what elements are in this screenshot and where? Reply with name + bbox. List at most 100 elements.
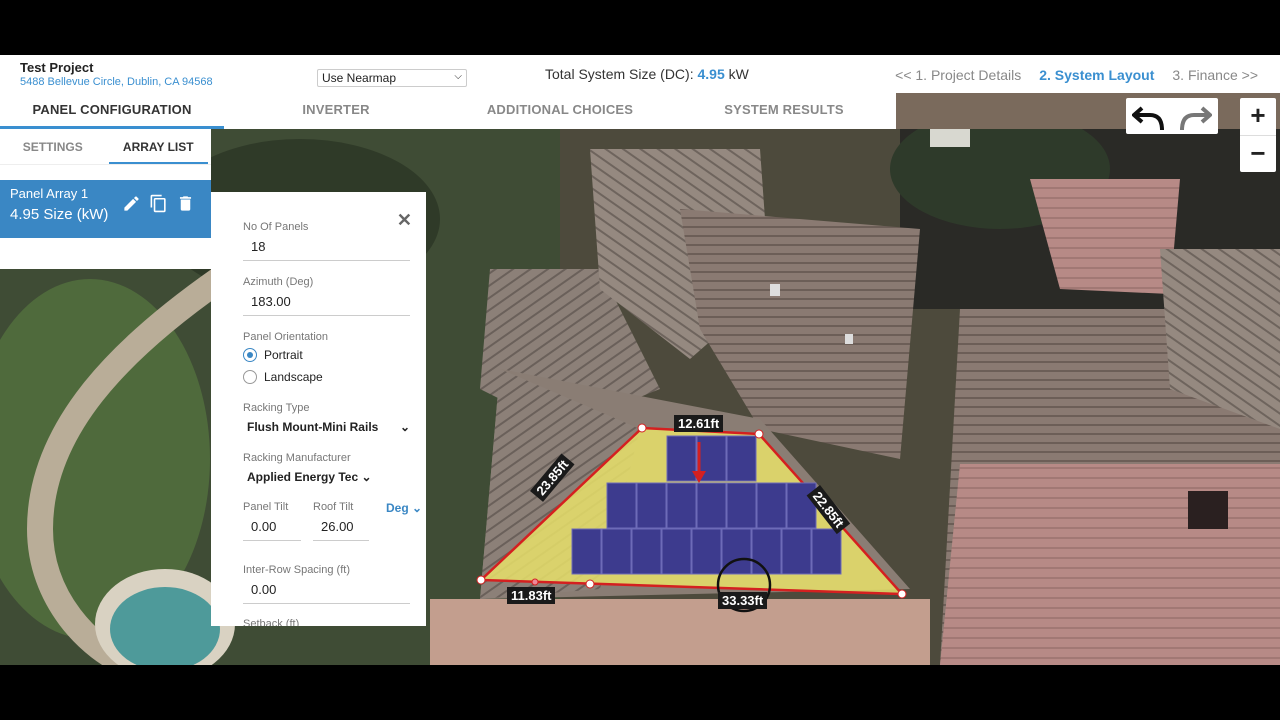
- chevron-down-icon: ⌄: [358, 470, 372, 484]
- array-actions: [122, 194, 195, 213]
- radio-unselected-icon: [243, 370, 257, 384]
- units-value: Deg: [386, 501, 409, 515]
- solar-panel: [606, 482, 637, 529]
- history-toolbar: [1126, 98, 1218, 134]
- racking-type-value: Flush Mount-Mini Rails: [247, 420, 379, 434]
- panel-tilt-field: Panel Tilt 0.00: [243, 501, 301, 541]
- solar-panel: [636, 482, 667, 529]
- zoom-in-button[interactable]: +: [1240, 98, 1276, 135]
- vertex-handle[interactable]: [476, 575, 486, 585]
- solar-panel: [811, 528, 842, 575]
- racking-type-select[interactable]: Flush Mount-Mini Rails ⌄: [243, 420, 410, 434]
- config-tabs: PANEL CONFIGURATION INVERTER ADDITIONAL …: [0, 93, 896, 129]
- zoom-out-button[interactable]: −: [1240, 135, 1276, 172]
- vertex-handle[interactable]: [637, 423, 647, 433]
- app-header: Test Project 5488 Bellevue Circle, Dubli…: [0, 55, 1280, 93]
- system-size-unit: kW: [728, 66, 749, 82]
- tab-array-list-label: ARRAY LIST: [108, 140, 208, 164]
- orientation-portrait-label: Portrait: [264, 348, 303, 362]
- solar-panel: [601, 528, 632, 575]
- imagery-source-select[interactable]: Use Nearmap ⌵: [317, 69, 467, 87]
- num-panels-label: No Of Panels: [243, 221, 309, 233]
- redo-icon: [1180, 106, 1212, 131]
- copy-icon[interactable]: [149, 194, 168, 213]
- num-panels-field: No Of Panels 18: [243, 221, 410, 261]
- racking-type-field: Racking Type Flush Mount-Mini Rails ⌄: [243, 402, 410, 434]
- step-system-layout[interactable]: 2. System Layout: [1039, 67, 1154, 83]
- system-size: Total System Size (DC): 4.95 kW: [545, 66, 749, 82]
- orientation-landscape-label: Landscape: [264, 370, 323, 384]
- orientation-landscape-radio[interactable]: Landscape: [243, 370, 410, 384]
- roof-tilt-label: Roof Tilt: [313, 501, 354, 513]
- undo-button[interactable]: [1126, 98, 1172, 134]
- solar-panel: [571, 528, 602, 575]
- array-config-panel: ✕ No Of Panels 18 Azimuth (Deg) 183.00 P…: [211, 192, 426, 626]
- tab-panel-configuration[interactable]: PANEL CONFIGURATION: [0, 93, 224, 129]
- solar-panel: [666, 435, 697, 482]
- array-card[interactable]: Panel Array 1 4.95 Size (kW): [0, 180, 211, 238]
- imagery-source-value: Use Nearmap: [322, 71, 397, 85]
- system-size-value: 4.95: [697, 66, 725, 82]
- tab-array-list[interactable]: ARRAY LIST: [106, 129, 212, 164]
- azimuth-field: Azimuth (Deg) 183.00: [243, 276, 410, 316]
- inter-row-label: Inter-Row Spacing (ft): [243, 564, 350, 576]
- tab-inverter[interactable]: INVERTER: [224, 93, 448, 129]
- app-frame: 12.61ft 23.85ft 22.85ft 11.83ft 33.33ft …: [0, 55, 1280, 665]
- panel-tilt-label: Panel Tilt: [243, 501, 289, 513]
- roof-tilt-field: Roof Tilt 26.00: [313, 501, 369, 541]
- dim-top: 12.61ft: [674, 415, 724, 432]
- solar-panel: [726, 435, 757, 482]
- array-sidebar: SETTINGS ARRAY LIST Panel Array 1 4.95 S…: [0, 129, 211, 269]
- solar-panel: [666, 482, 697, 529]
- roof-tilt-input[interactable]: 26.00: [313, 519, 369, 541]
- num-panels-input[interactable]: 18: [243, 239, 410, 261]
- azimuth-input[interactable]: 183.00: [243, 294, 410, 316]
- project-address[interactable]: 5488 Bellevue Circle, Dublin, CA 94568: [20, 76, 213, 88]
- orientation-label: Panel Orientation: [243, 331, 328, 343]
- tab-settings[interactable]: SETTINGS: [0, 129, 106, 164]
- solar-panel: [756, 482, 787, 529]
- zoom-toolbar: + −: [1240, 98, 1276, 172]
- chevron-down-icon: ⌄: [399, 420, 410, 434]
- step-nav: << 1. Project Details 2. System Layout 3…: [895, 67, 1258, 83]
- solar-panel: [751, 528, 782, 575]
- radio-selected-icon: [243, 348, 257, 362]
- undo-icon: [1132, 106, 1164, 131]
- solar-panel: [726, 482, 757, 529]
- units-select[interactable]: Deg ⌄: [386, 501, 422, 515]
- redo-button[interactable]: [1172, 98, 1218, 134]
- tab-additional-choices[interactable]: ADDITIONAL CHOICES: [448, 93, 672, 129]
- delete-icon[interactable]: [176, 194, 195, 213]
- azimuth-label: Azimuth (Deg): [243, 276, 314, 288]
- solar-panel: [781, 528, 812, 575]
- setback-field: Setback (ft): [243, 618, 410, 626]
- tab-system-results[interactable]: SYSTEM RESULTS: [672, 93, 896, 129]
- racking-mfr-field: Racking Manufacturer Applied Energy Tec …: [243, 452, 410, 484]
- chevron-down-icon: ⌵: [454, 71, 462, 82]
- sidebar-tabs: SETTINGS ARRAY LIST: [0, 129, 211, 165]
- project-title: Test Project: [20, 60, 94, 75]
- midpoint-handle[interactable]: [531, 578, 539, 586]
- tab-settings-label: SETTINGS: [22, 140, 83, 154]
- step-project-details[interactable]: << 1. Project Details: [895, 67, 1021, 83]
- racking-mfr-label: Racking Manufacturer: [243, 452, 351, 464]
- step-finance[interactable]: 3. Finance >>: [1172, 67, 1258, 83]
- solar-panel: [696, 482, 727, 529]
- vertex-handle[interactable]: [897, 589, 907, 599]
- vertex-handle[interactable]: [585, 579, 595, 589]
- orientation-field: Panel Orientation Portrait Landscape: [243, 331, 410, 384]
- chevron-down-icon: ⌄: [408, 501, 423, 515]
- setback-label: Setback (ft): [243, 618, 300, 626]
- orientation-portrait-radio[interactable]: Portrait: [243, 348, 410, 362]
- racking-mfr-value: Applied Energy Tec: [247, 470, 359, 484]
- edit-icon[interactable]: [122, 194, 141, 213]
- dim-bottom: 33.33ft: [718, 592, 768, 609]
- vertex-handle[interactable]: [754, 429, 764, 439]
- solar-panel: [691, 528, 722, 575]
- inter-row-input[interactable]: 0.00: [243, 582, 410, 604]
- solar-panel: [631, 528, 662, 575]
- panel-tilt-input[interactable]: 0.00: [243, 519, 301, 541]
- inter-row-field: Inter-Row Spacing (ft) 0.00: [243, 564, 410, 604]
- racking-mfr-select[interactable]: Applied Energy Tec ⌄: [243, 470, 410, 484]
- solar-panel: [661, 528, 692, 575]
